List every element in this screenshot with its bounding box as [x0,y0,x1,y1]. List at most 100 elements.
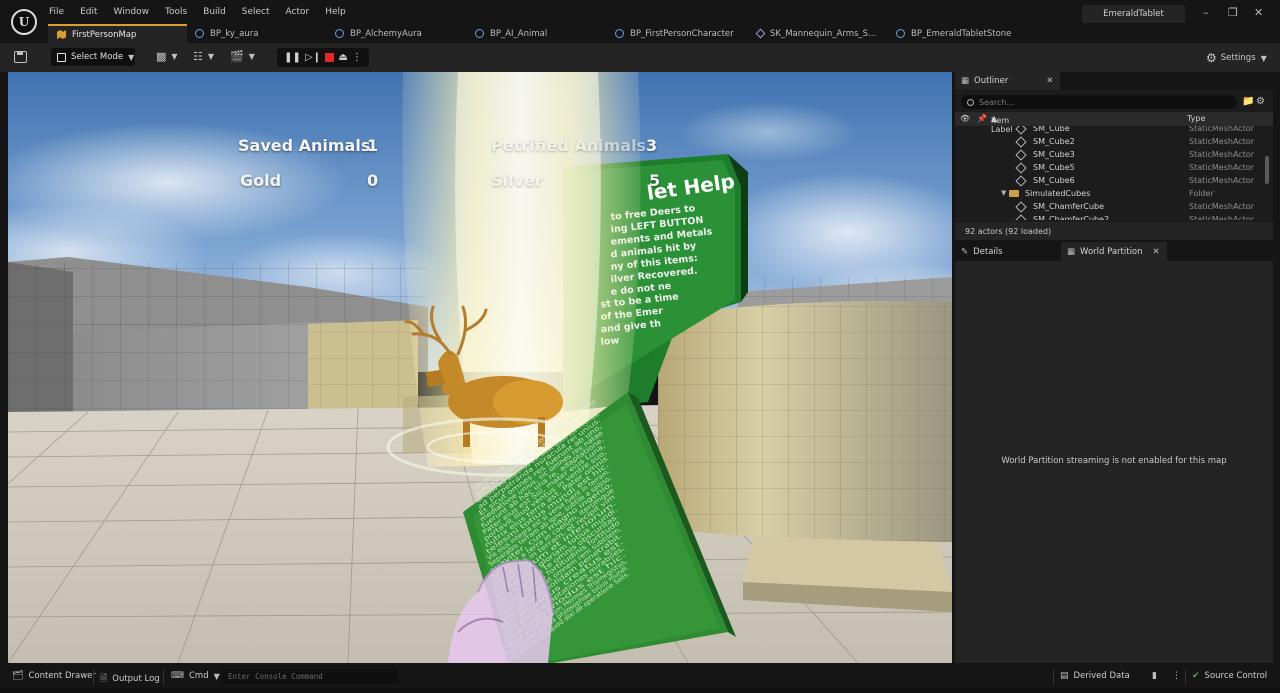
row-type: StaticMeshActor [1189,163,1254,172]
output-log-button[interactable]: 🗎 Output Log [100,671,160,687]
tab-bp-ky-aura[interactable]: BP_ky_aura [195,24,258,43]
outliner-icon: ▦ [961,76,970,86]
table-row[interactable]: SM_Cube StaticMeshActor [955,126,1265,136]
table-row[interactable]: SM_Cube3 StaticMeshActor [955,149,1265,162]
saved-animals-value: 1 [367,136,379,155]
console-command-input[interactable]: Enter Console Command [222,669,398,684]
row-type: StaticMeshActor [1189,150,1254,159]
terminal-icon: ⌨ [171,671,184,681]
row-name: SM_ChamferCube2 [1033,215,1110,220]
more-options-icon[interactable]: ⋮ [1172,671,1186,681]
chevron-down-icon: ▼ [213,671,220,681]
add-content-button[interactable]: ▩ ▼ [156,50,178,63]
chevron-down-icon: ▼ [128,52,135,62]
chevron-down-icon: ▼ [171,52,178,61]
step-frame-icon[interactable]: ▷❙ [305,52,321,63]
save-icon[interactable] [14,51,27,63]
menu-edit[interactable]: Edit [80,7,97,17]
stop-icon[interactable] [325,53,335,62]
tab-bp-emeraldtabletstone[interactable]: BP_EmeraldTabletStone [896,24,1011,43]
expand-arrow-icon[interactable]: ▼ [1001,189,1006,197]
more-options-icon[interactable]: ⋮ [352,52,362,63]
row-type: StaticMeshActor [1189,215,1254,220]
pencil-icon: ✎ [961,246,969,257]
restore-icon[interactable]: ❐ [1228,6,1238,20]
menu-bar: U File Edit Window Tools Build Select Ac… [0,0,1280,35]
source-control-check-icon: ✔ [1192,671,1200,681]
settings-label: Settings [1220,53,1256,63]
table-row[interactable]: SM_ChamferCube2 StaticMeshActor [955,214,1265,220]
outliner-scrollbar[interactable] [1265,156,1269,184]
static-mesh-icon [1015,175,1027,187]
menu-select[interactable]: Select [242,7,270,17]
row-type: StaticMeshActor [1189,176,1254,185]
row-name: SM_Cube5 [1033,163,1075,172]
table-row[interactable]: SM_Cube6 StaticMeshActor [955,175,1265,188]
folder-icon [1009,190,1019,197]
close-icon[interactable]: ✕ [1153,247,1160,257]
blueprint-icon [896,29,905,38]
visibility-icon[interactable]: 👁 [960,114,970,123]
table-row[interactable]: SM_ChamferCube StaticMeshActor [955,201,1265,214]
row-name: SM_ChamferCube [1033,202,1105,211]
table-row[interactable]: ▼ SimulatedCubes Folder [955,188,1265,201]
derived-data-button[interactable]: ▤ Derived Data [1060,671,1130,681]
close-icon[interactable]: ✕ [1046,76,1053,86]
output-log-icon: 🗎 [100,674,108,684]
row-name: SimulatedCubes [1025,189,1091,198]
eject-icon[interactable]: ⏏ [338,52,347,63]
row-type: StaticMeshActor [1189,202,1254,211]
derived-data-icon: ▤ [1060,671,1069,681]
gear-icon[interactable]: ⚙ [1256,96,1265,107]
menu-actor[interactable]: Actor [286,7,310,17]
tab-bp-ai-animal[interactable]: BP_AI_Animal [475,24,547,43]
menu-help[interactable]: Help [325,7,346,17]
select-mode-dropdown[interactable]: Select Mode ▼ [51,48,135,66]
outliner-header: ▦ Outliner ✕ [955,72,1273,90]
menu-build[interactable]: Build [203,7,226,17]
pause-icon[interactable]: ❚❚ [284,52,301,63]
unreal-logo-icon[interactable]: U [11,9,37,35]
revision-control-icon[interactable]: ▮ [1152,671,1162,681]
outliner-list: SM_Cube StaticMeshActor SM_Cube2 StaticMesh… [955,126,1265,220]
level-viewport[interactable]: let Help to free Deers to ing LEFT BUTTON… [8,72,952,663]
type-column[interactable]: Type [1187,114,1205,123]
table-row[interactable]: SM_Cube5 StaticMeshActor [955,162,1265,175]
pin-icon[interactable]: 📌 [977,114,987,123]
minimize-icon[interactable]: – [1203,6,1209,20]
world-partition-icon: ▦ [1067,246,1076,257]
blueprints-button[interactable]: ☷ ▼ [193,50,214,63]
tab-world-partition[interactable]: ▦ World Partition ✕ [1067,242,1160,261]
outliner-search-input[interactable]: Search... [961,95,1237,109]
table-row[interactable]: SM_Cube2 StaticMeshActor [955,136,1265,149]
world-partition-title: World Partition [1080,246,1143,257]
tab-bp-alchemyaura[interactable]: BP_AlchemyAura [335,24,422,43]
menu-file[interactable]: File [49,7,64,17]
add-folder-icon[interactable]: 📁 [1242,96,1254,107]
tab-label: FirstPersonMap [72,29,137,40]
settings-button[interactable]: ⚙ Settings ▼ [1206,51,1267,65]
menu-tools[interactable]: Tools [165,7,187,17]
tab-bp-firstpersoncharacter[interactable]: BP_FirstPersonCharacter [615,24,734,43]
panel-edge [1273,72,1280,663]
close-window-icon[interactable]: ✕ [1254,6,1263,20]
cmd-label: Cmd [189,671,209,681]
document-tab-bar: FirstPersonMap BP_ky_aura BP_AlchemyAura… [0,24,1280,43]
item-label-column[interactable]: Item Label ▲ [991,114,1013,134]
row-name: SM_Cube6 [1033,176,1075,185]
menu-window[interactable]: Window [114,7,150,17]
skeleton-icon [755,28,766,39]
tab-label: BP_AlchemyAura [350,28,422,39]
gear-icon: ⚙ [1206,51,1217,65]
tab-outliner[interactable]: ▦ Outliner ✕ [961,72,1053,90]
tab-sk-mannequin-arms[interactable]: SK_Mannequin_Arms_S... [755,24,876,43]
row-name: SM_Cube3 [1033,150,1075,159]
content-drawer-button[interactable]: 🗂 Content Drawer [12,671,96,681]
static-mesh-icon [1015,136,1027,148]
tab-details[interactable]: ✎ Details [961,242,1003,261]
cinematics-button[interactable]: 🎬 ▼ [230,50,255,63]
source-control-button[interactable]: ✔ Source Control [1192,671,1267,681]
tab-firstpersonmap[interactable]: FirstPersonMap [48,24,187,43]
cmd-dropdown[interactable]: ⌨ Cmd ▼ [171,671,220,681]
tab-label: BP_AI_Animal [490,28,548,39]
